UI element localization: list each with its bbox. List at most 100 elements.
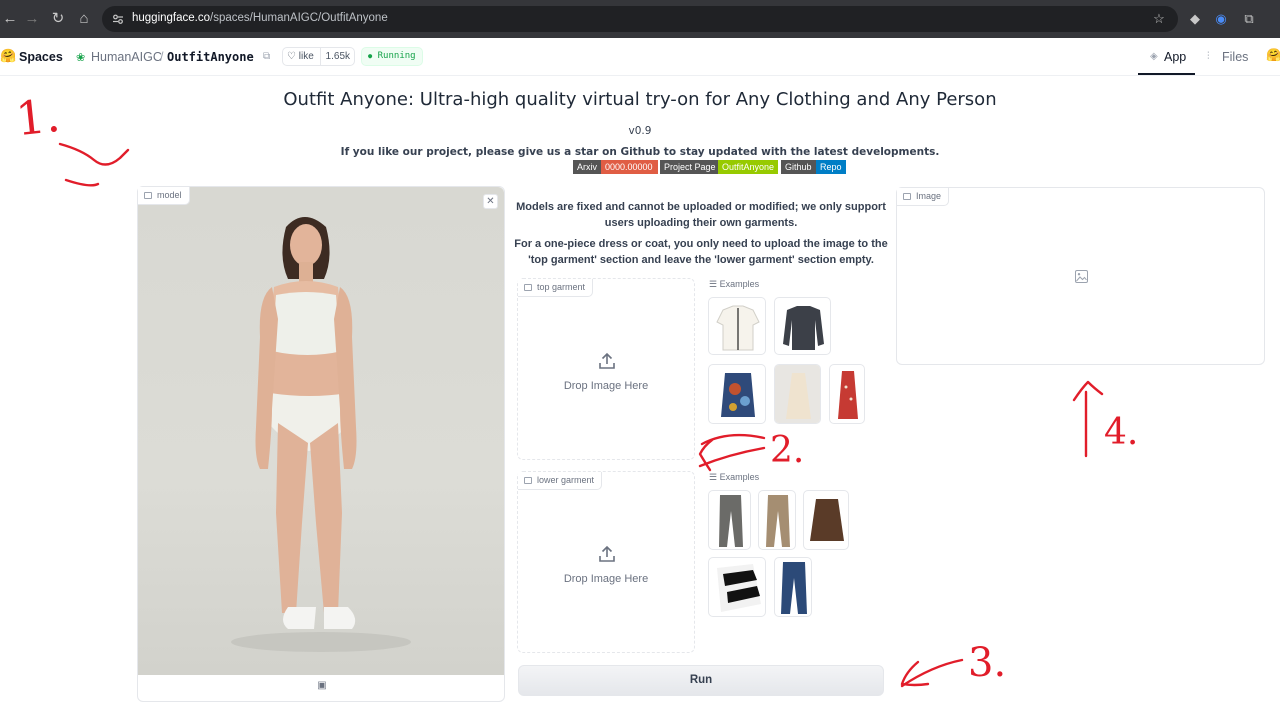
- files-tab-icon: ⫶: [1207, 51, 1210, 62]
- red-dress-thumbnail: [838, 371, 858, 419]
- spaces-link[interactable]: Spaces: [19, 50, 63, 64]
- hf-header: 🤗 Spaces ❀ HumanAIGC / OutfitAnyone ⧉ ♡ …: [0, 38, 1280, 76]
- drop-text-lower: Drop Image Here: [563, 573, 649, 585]
- like-label: like: [298, 51, 314, 62]
- annotation-arrow-3: [900, 658, 964, 688]
- annotation-arrow-2-head: [698, 438, 714, 472]
- annotation-arrow-2b: [698, 446, 766, 468]
- annotation-label-2: 2.: [770, 430, 805, 471]
- example-top-1[interactable]: [708, 297, 766, 355]
- bookmark-star-icon[interactable]: ☆: [1150, 10, 1168, 28]
- site-info-icon[interactable]: [112, 13, 124, 25]
- top-garment-upload[interactable]: top garment Drop Image Here: [517, 278, 695, 460]
- status-dot-icon: ●: [368, 52, 373, 60]
- model-image: [138, 187, 504, 675]
- app-tab-icon: ◈: [1150, 51, 1158, 62]
- top-garment-label: top garment: [518, 279, 594, 297]
- hf-emoji-icon: 🤗: [1266, 48, 1280, 62]
- path-separator: /: [160, 50, 164, 64]
- address-bar[interactable]: huggingface.co/spaces/HumanAIGC/OutfitAn…: [102, 6, 1178, 32]
- status-text: Running: [377, 51, 416, 61]
- example-top-3[interactable]: [708, 364, 766, 424]
- dark-jacket-thumbnail: [783, 306, 824, 350]
- home-icon[interactable]: ⌂: [74, 9, 94, 29]
- run-button[interactable]: Run: [518, 665, 884, 696]
- forward-icon[interactable]: →: [22, 9, 42, 29]
- org-link[interactable]: HumanAIGC: [91, 50, 162, 64]
- browser-toolbar: ← → ↻ ⌂ huggingface.co/spaces/HumanAIGC/…: [0, 0, 1280, 38]
- upload-icon: [599, 545, 615, 562]
- star-note: If you like our project, please give us …: [340, 146, 940, 158]
- tab-files[interactable]: Files: [1222, 50, 1248, 64]
- annotation-arrow-1b: [64, 178, 100, 187]
- example-top-2[interactable]: [774, 297, 831, 355]
- hf-logo-icon[interactable]: 🤗: [0, 48, 16, 64]
- annotation-arrow-4-head: [1072, 380, 1104, 402]
- brown-skirt-thumbnail: [810, 499, 844, 541]
- model-label: model: [138, 187, 190, 205]
- grey-trousers-thumbnail: [719, 495, 743, 547]
- list-icon: ☰: [709, 472, 720, 482]
- repo-link[interactable]: OutfitAnyone: [167, 50, 254, 64]
- arxiv-badge-value[interactable]: 0000.00000: [601, 160, 658, 174]
- image-icon: [903, 193, 911, 200]
- image-placeholder-icon: [1075, 270, 1088, 283]
- output-image-panel: Image: [896, 187, 1265, 365]
- model-panel: model ✕ ▣: [137, 186, 505, 702]
- output-image-label: Image: [897, 188, 950, 206]
- jeans-thumbnail: [781, 562, 807, 614]
- status-badge: ● Running: [361, 47, 423, 66]
- like-count: 1.65k: [319, 48, 350, 65]
- close-icon[interactable]: ✕: [483, 194, 498, 209]
- version-text: v0.9: [628, 125, 652, 137]
- notice-one-piece: For a one-piece dress or coat, you only …: [514, 238, 888, 266]
- extensions-puzzle-icon[interactable]: ⧉: [1240, 10, 1258, 28]
- active-tab-indicator: [1138, 73, 1195, 75]
- examples-label-top: ☰ Examples: [709, 279, 760, 289]
- org-icon: ❀: [76, 52, 86, 64]
- example-top-4[interactable]: [774, 364, 821, 424]
- patterned-top-thumbnail: [721, 373, 755, 417]
- beige-dress-thumbnail: [775, 365, 820, 423]
- reload-icon[interactable]: ↻: [48, 9, 68, 29]
- example-lower-2[interactable]: [758, 490, 796, 550]
- example-top-5[interactable]: [829, 364, 865, 424]
- arxiv-badge-label[interactable]: Arxiv: [573, 160, 601, 174]
- image-icon: [524, 284, 532, 291]
- example-lower-1[interactable]: [708, 490, 751, 550]
- lower-garment-label: lower garment: [518, 472, 603, 490]
- github-badge-value[interactable]: Repo: [816, 160, 846, 174]
- profile-sync-icon[interactable]: ◉: [1212, 10, 1230, 28]
- github-badge-label[interactable]: Github: [781, 160, 816, 174]
- annotation-arrow-3-head: [900, 660, 930, 687]
- back-icon[interactable]: ←: [0, 9, 20, 29]
- annotation-label-4: 4.: [1104, 412, 1139, 453]
- example-lower-5[interactable]: [774, 557, 812, 617]
- example-lower-3[interactable]: [803, 490, 849, 550]
- image-icon: [524, 477, 532, 484]
- white-shirt-thumbnail: [716, 305, 760, 351]
- lower-garment-upload[interactable]: lower garment Drop Image Here: [517, 471, 695, 653]
- project-badge-value[interactable]: OutfitAnyone: [718, 160, 779, 174]
- drop-text-top: Drop Image Here: [563, 380, 649, 392]
- model-figure-illustration: [231, 217, 411, 652]
- tab-app[interactable]: App: [1164, 50, 1186, 64]
- annotation-arrow-2a: [700, 433, 766, 446]
- notice-fixed-models: Models are fixed and cannot be uploaded …: [516, 201, 886, 229]
- list-icon: ☰: [709, 279, 720, 289]
- heart-icon: ♡: [287, 51, 296, 62]
- url-text: huggingface.co/spaces/HumanAIGC/OutfitAn…: [132, 12, 388, 24]
- image-icon: [144, 192, 152, 199]
- upload-icon: [599, 352, 615, 369]
- example-lower-4[interactable]: [708, 557, 766, 617]
- examples-label-lower: ☰ Examples: [709, 472, 760, 482]
- project-badge-label[interactable]: Project Page: [660, 160, 720, 174]
- copy-icon[interactable]: ⧉: [263, 51, 270, 62]
- like-button[interactable]: ♡ like 1.65k: [282, 47, 356, 66]
- extension-icon[interactable]: ◆: [1186, 10, 1204, 28]
- beige-trousers-thumbnail: [766, 495, 790, 547]
- striped-skirt-thumbnail: [717, 564, 761, 612]
- clipboard-icon[interactable]: ▣: [316, 680, 328, 692]
- page-title: Outfit Anyone: Ultra-high quality virtua…: [283, 89, 997, 110]
- annotation-label-3: 3.: [968, 640, 1007, 686]
